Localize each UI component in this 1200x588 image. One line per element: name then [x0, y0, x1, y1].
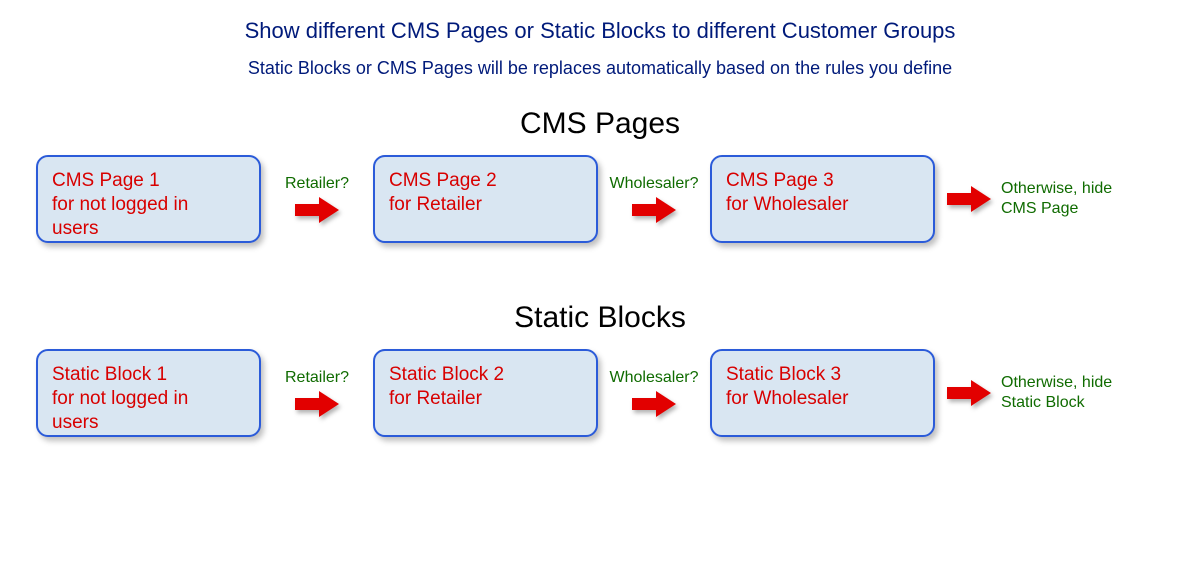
static-connector-2-label: Wholesaler?	[610, 369, 699, 387]
cms-connector-2: Wholesaler?	[606, 175, 702, 223]
arrow-right-icon	[947, 380, 991, 406]
cms-box-2-text: CMS Page 2 for Retailer	[389, 169, 497, 217]
cms-connector-2-label: Wholesaler?	[610, 175, 699, 193]
main-title: Show different CMS Pages or Static Block…	[0, 18, 1200, 44]
static-box-3: Static Block 3 for Wholesaler	[710, 349, 935, 437]
arrow-right-icon	[295, 391, 339, 417]
cms-box-3: CMS Page 3 for Wholesaler	[710, 155, 935, 243]
cms-flow-row: CMS Page 1 for not logged in users Retai…	[0, 155, 1200, 243]
static-box-1-text: Static Block 1 for not logged in users	[52, 363, 188, 434]
cms-connector-1: Retailer?	[269, 175, 365, 223]
static-connector-1-label: Retailer?	[285, 369, 349, 387]
static-end-group: Otherwise, hide Static Block	[947, 373, 1112, 413]
cms-box-1-text: CMS Page 1 for not logged in users	[52, 169, 188, 240]
static-connector-1: Retailer?	[269, 369, 365, 417]
static-box-2: Static Block 2 for Retailer	[373, 349, 598, 437]
cms-end-note: Otherwise, hide CMS Page	[1001, 179, 1112, 219]
static-flow-row: Static Block 1 for not logged in users R…	[0, 349, 1200, 437]
arrow-right-icon	[632, 197, 676, 223]
static-heading: Static Blocks	[0, 301, 1200, 335]
cms-end-group: Otherwise, hide CMS Page	[947, 179, 1112, 219]
cms-connector-1-label: Retailer?	[285, 175, 349, 193]
static-end-note: Otherwise, hide Static Block	[1001, 373, 1112, 413]
cms-box-1: CMS Page 1 for not logged in users	[36, 155, 261, 243]
static-box-3-text: Static Block 3 for Wholesaler	[726, 363, 849, 411]
cms-heading: CMS Pages	[0, 107, 1200, 141]
subtitle: Static Blocks or CMS Pages will be repla…	[0, 58, 1200, 79]
arrow-right-icon	[295, 197, 339, 223]
arrow-right-icon	[947, 186, 991, 212]
arrow-right-icon	[632, 391, 676, 417]
cms-box-3-text: CMS Page 3 for Wholesaler	[726, 169, 849, 217]
static-box-2-text: Static Block 2 for Retailer	[389, 363, 504, 411]
static-connector-2: Wholesaler?	[606, 369, 702, 417]
static-box-1: Static Block 1 for not logged in users	[36, 349, 261, 437]
cms-box-2: CMS Page 2 for Retailer	[373, 155, 598, 243]
